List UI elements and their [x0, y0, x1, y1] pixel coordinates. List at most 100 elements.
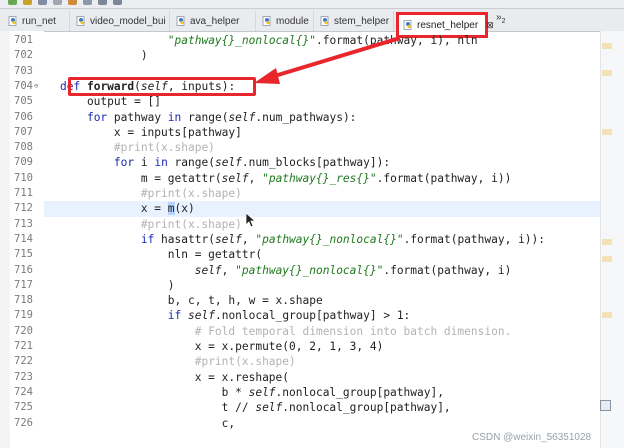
line-number: 709 — [14, 156, 33, 169]
mouse-cursor-icon — [246, 213, 256, 227]
line-number: 701 — [14, 34, 33, 46]
nav-back-icon[interactable] — [98, 0, 107, 5]
package-icon[interactable] — [68, 0, 77, 5]
code-line[interactable]: 720 # Fold temporal dimension into batch… — [0, 324, 600, 339]
code-text: ) — [60, 49, 148, 63]
code-line[interactable]: 718 b, c, t, h, w = x.shape — [0, 293, 600, 308]
tab-label: run_net — [22, 15, 56, 27]
code-text: output = [] — [60, 95, 162, 109]
code-text: #print(x.shape) — [140, 217, 242, 231]
tab-run-net[interactable]: run_net — [4, 11, 70, 31]
overview-marker[interactable] — [602, 129, 612, 135]
python-file-icon — [8, 16, 18, 26]
code-line[interactable]: 717 ) — [0, 278, 600, 293]
code-text: for i in range(self.num_blocks[pathway])… — [113, 156, 391, 170]
line-number: 717 — [14, 278, 33, 291]
tab-label: ava_helper — [190, 15, 240, 27]
line-number: 722 — [14, 355, 33, 368]
line-number: 726 — [14, 416, 33, 429]
python-file-icon — [176, 16, 186, 26]
editor-tab-bar: run_net video_model_bui ava_helper module st… — [0, 9, 624, 38]
line-number: 706 — [14, 110, 33, 123]
close-tab-icon[interactable]: ⊠ — [486, 20, 494, 31]
tab-stem-helper[interactable]: stem_helper — [316, 11, 394, 31]
line-number: 710 — [14, 171, 33, 184]
code-line[interactable]: 716 self, "pathway{}_nonlocal{}".format(… — [0, 263, 600, 278]
code-text: #print(x.shape) — [140, 187, 242, 200]
overview-marker[interactable] — [602, 256, 612, 262]
code-text: b, c, t, h, w = x.shape — [60, 294, 323, 308]
code-line[interactable]: 715 nln = getattr( — [0, 247, 600, 262]
tab-ava-helper[interactable]: ava_helper — [172, 11, 256, 31]
line-number: 714 — [14, 232, 33, 245]
code-line[interactable]: 712 x = m(x) — [14, 201, 600, 217]
run-icon[interactable] — [8, 0, 17, 5]
save-icon[interactable] — [38, 0, 47, 5]
code-line[interactable]: 710 m = getattr(self, "pathway{}_res{}".… — [0, 171, 600, 186]
debug-icon[interactable] — [23, 0, 32, 5]
code-line[interactable]: 709 for i in range(self.num_blocks[pathw… — [0, 155, 600, 170]
line-number: 702 — [14, 49, 33, 62]
code-line[interactable]: 719 if self.nonlocal_group[pathway] > 1: — [0, 308, 600, 323]
scrollbar-thumb[interactable] — [600, 400, 611, 411]
code-line[interactable]: 714 if hasattr(self, "pathway{}_nonlocal… — [0, 232, 600, 247]
code-line[interactable]: 713 #print(x.shape) — [0, 217, 600, 232]
nav-forward-icon[interactable] — [113, 0, 122, 5]
annotation-arrow — [254, 36, 401, 84]
line-number: 707 — [14, 125, 33, 138]
line-number: 724 — [14, 385, 33, 398]
line-number: 712 — [14, 202, 33, 215]
tab-label: resnet_helper — [417, 19, 479, 31]
code-line[interactable]: 723 x = x.reshape( — [0, 370, 600, 385]
tab-video-model-bui[interactable]: video_model_bui — [72, 11, 170, 31]
line-number: 713 — [14, 217, 33, 230]
code-line[interactable]: 706 for pathway in range(self.num_pathwa… — [0, 110, 600, 125]
tab-module[interactable]: module — [258, 11, 314, 31]
code-text: x = inputs[pathway] — [60, 125, 242, 139]
code-text: x = x.reshape( — [60, 370, 290, 384]
code-text: ) — [60, 278, 175, 292]
line-number: 721 — [14, 340, 33, 352]
overview-marker[interactable] — [602, 312, 612, 318]
line-number: 703 — [14, 64, 33, 77]
code-line[interactable]: 711 #print(x.shape) — [0, 186, 600, 201]
python-file-icon — [403, 20, 413, 30]
python-file-icon — [262, 16, 272, 26]
tab-label: video_model_bui — [90, 15, 166, 27]
code-text: #print(x.shape) — [194, 355, 296, 369]
code-line[interactable]: 708 #print(x.shape) — [0, 140, 600, 155]
code-line[interactable]: 707 x = inputs[pathway] — [0, 125, 600, 140]
code-text: nln = getattr( — [60, 248, 263, 262]
code-text: x = x.permute(0, 2, 1, 3, 4) — [60, 340, 384, 353]
code-text: m = getattr(self, "pathway{}_res{}".form… — [60, 171, 512, 185]
code-text: c, — [60, 416, 236, 430]
line-number: 705 — [14, 95, 33, 108]
code-text: x = m(x) — [60, 202, 195, 216]
main-toolbar — [0, 0, 624, 9]
code-line[interactable]: 725 t // self.nonlocal_group[pathway], — [0, 400, 600, 415]
overview-marker[interactable] — [602, 239, 612, 245]
tab-overflow-count: 2 — [501, 18, 506, 25]
code-line[interactable]: 721 x = x.permute(0, 2, 1, 3, 4) — [0, 339, 600, 354]
search-icon[interactable] — [83, 0, 92, 5]
overview-marker[interactable] — [602, 70, 612, 76]
code-text: for pathway in range(self.num_pathways): — [86, 110, 357, 124]
line-number: 723 — [14, 370, 33, 383]
code-line[interactable]: 722 #print(x.shape) — [0, 354, 600, 369]
line-number: 718 — [14, 294, 33, 307]
python-file-icon — [76, 16, 86, 26]
fold-toggle-icon[interactable]: ⊖ — [34, 79, 38, 94]
line-number: 708 — [14, 141, 33, 154]
code-line[interactable]: 724 b * self.nonlocal_group[pathway], — [0, 385, 600, 400]
line-number: 716 — [14, 263, 33, 276]
code-text: b * self.nonlocal_group[pathway], — [60, 385, 444, 399]
code-line[interactable]: 726 c, — [0, 416, 600, 431]
tool-icon[interactable] — [53, 0, 62, 5]
overview-marker[interactable] — [602, 43, 612, 49]
line-number: 711 — [14, 187, 33, 199]
code-line[interactable]: 705 output = [] — [0, 94, 600, 109]
code-text: if hasattr(self, "pathway{}_nonlocal{}".… — [140, 232, 546, 246]
code-text: self, "pathway{}_nonlocal{}".format(path… — [194, 263, 512, 277]
code-text: if self.nonlocal_group[pathway] > 1: — [167, 309, 411, 323]
tab-overflow-button[interactable]: »2 — [496, 12, 505, 25]
